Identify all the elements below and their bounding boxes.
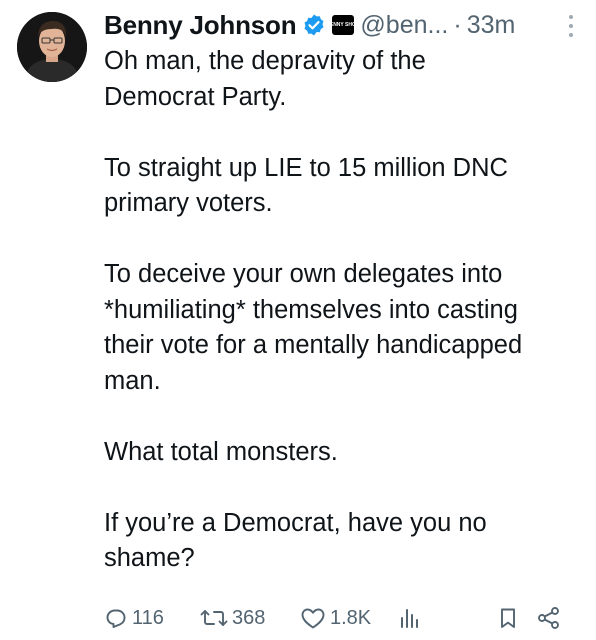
retweet-button[interactable]: 368 — [200, 606, 265, 630]
like-button[interactable]: 1.8K — [300, 606, 371, 630]
tweet-line: To deceive your own delegates into — [104, 260, 503, 288]
tweet-text: Oh man, the depravity of the Democrat Pa… — [104, 44, 584, 577]
reply-count: 116 — [132, 606, 164, 629]
affiliation-badge-text: BENNY SHOW — [326, 21, 361, 28]
retweet-icon — [200, 610, 228, 626]
tweet-line: shame? — [104, 544, 195, 572]
bookmark-button[interactable] — [496, 606, 520, 630]
tweet-header: Benny Johnson BENNY SHOW @ben... · 33m — [104, 7, 576, 43]
tweet-paragraph: What total monsters. — [104, 435, 584, 471]
tweet-line: Oh man, the depravity of the — [104, 47, 426, 75]
share-button[interactable] — [536, 606, 562, 630]
profile-photo — [17, 12, 87, 82]
like-count: 1.8K — [330, 606, 372, 629]
author-handle[interactable]: @ben... — [360, 11, 448, 40]
tweet-line: *humiliating* themselves into casting — [104, 295, 518, 324]
tweet-line: man. — [104, 366, 161, 395]
header-separator: · — [453, 10, 462, 39]
views-button[interactable] — [397, 606, 421, 630]
tweet-line: Democrat Party. — [104, 82, 287, 111]
tweet-line: their vote for a mentally handicapped — [104, 331, 523, 359]
tweet-paragraph: To straight up LIE to 15 million DNC pri… — [104, 151, 584, 222]
reply-button[interactable]: 116 — [104, 606, 164, 630]
heart-icon — [301, 608, 325, 629]
verified-badge-icon — [302, 13, 326, 37]
tweet-paragraph: Oh man, the depravity of the Democrat Pa… — [104, 44, 584, 115]
author-display-name[interactable]: Benny Johnson — [104, 10, 297, 41]
tweet-paragraph: If you’re a Democrat, have you no shame? — [104, 506, 584, 577]
bookmark-icon — [501, 608, 515, 628]
more-options-icon[interactable] — [566, 15, 576, 37]
tweet-paragraph: To deceive your own delegates into *humi… — [104, 257, 584, 399]
avatar[interactable] — [17, 12, 87, 82]
tweet-line: What total monsters. — [104, 437, 338, 466]
tweet-line: If you’re a Democrat, have you no — [104, 508, 487, 537]
tweet-timestamp[interactable]: 33m — [467, 11, 516, 40]
views-chart-icon — [401, 609, 418, 628]
share-icon — [538, 607, 559, 629]
reply-icon — [106, 609, 126, 628]
tweet-line: To straight up LIE to 15 million DNC — [104, 153, 508, 182]
tweet-actions: 116 368 1.8K — [104, 600, 578, 636]
affiliation-badge[interactable]: BENNY SHOW — [326, 15, 361, 35]
tweet-line: primary voters. — [104, 189, 273, 217]
retweet-count: 368 — [232, 606, 266, 629]
